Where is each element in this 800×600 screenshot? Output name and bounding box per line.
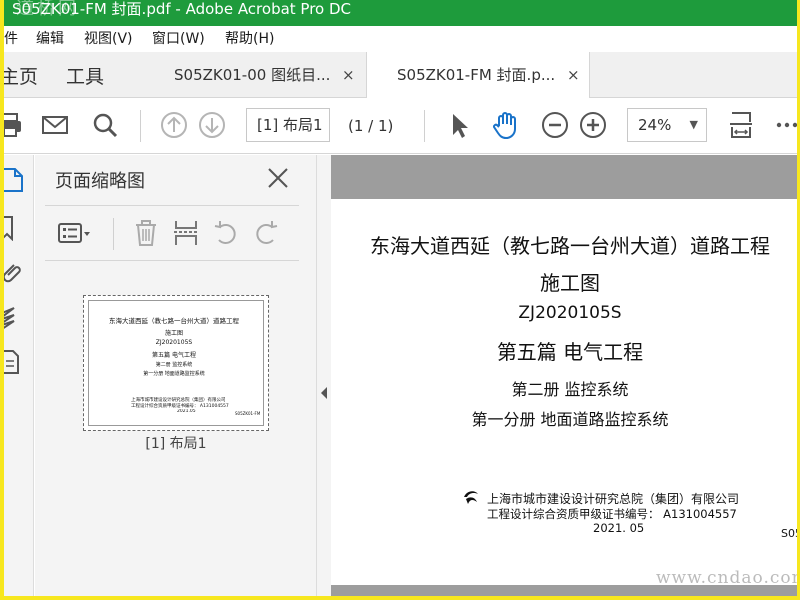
document-view[interactable]: 东海大道西延（教七路一台州大道）道路工程 施工图 ZJ2020105S 第五篇 …: [331, 155, 797, 596]
menu-window[interactable]: 窗口(W): [152, 26, 205, 52]
tab-bar: 主页 工具 S05ZK01-00 图纸目... × S05ZK01-FM 封面.…: [4, 52, 797, 99]
doc-title: 东海大道西延（教七路一台州大道）道路工程: [370, 234, 770, 258]
layers-icon[interactable]: [4, 305, 28, 331]
doc-part: 第五篇 电气工程: [496, 340, 644, 364]
panel-toolbar: [45, 205, 299, 261]
window-title: S05ZK01-FM 封面.pdf - Adobe Acrobat Pro DC: [12, 0, 352, 18]
tab-close-icon[interactable]: ×: [342, 52, 355, 98]
company-logo: [462, 488, 480, 506]
doc-section: 第一分册 地面道路监控系统: [471, 410, 669, 429]
thumbnail-label: [1] 布局1: [145, 436, 207, 452]
doc-code: ZJ2020105S: [518, 303, 622, 323]
bookmarks-icon[interactable]: [4, 215, 28, 242]
doc-cert: 工程设计综合资质甲级证书编号： A131004557: [487, 507, 737, 521]
hand-tool-icon[interactable]: [490, 110, 520, 140]
page-number-input[interactable]: [1] 布局1: [246, 108, 330, 142]
tab-doc-index[interactable]: S05ZK01-00 图纸目... ×: [144, 52, 366, 98]
doc-date: 2021. 05: [593, 521, 645, 535]
thumbnail-line: 第五篇 电气工程: [152, 352, 196, 359]
thumbnail-line: 第一分册 地面道路监控系统: [143, 371, 205, 377]
prev-page-icon[interactable]: [159, 110, 189, 140]
attachments-icon[interactable]: [4, 259, 28, 285]
print-icon[interactable]: [4, 110, 26, 140]
next-page-icon[interactable]: [197, 110, 227, 140]
navigation-rail: [4, 155, 34, 596]
toolbar-divider: [424, 110, 425, 142]
thumbnail-line: ZJ2020105S: [155, 339, 193, 346]
tab-label: S05ZK01-00 图纸目...: [174, 66, 331, 84]
doc-company: 上海市城市建设设计研究总院（集团）有限公司: [487, 492, 740, 506]
zoom-in-icon[interactable]: [578, 110, 608, 140]
menu-bar: 件 编辑 视图(V) 窗口(W) 帮助(H): [4, 26, 797, 52]
zoom-select[interactable]: 24% ▼: [627, 108, 707, 142]
panel-title: 页面缩略图: [55, 171, 145, 192]
doc-subtitle: 施工图: [540, 271, 600, 295]
close-icon[interactable]: [265, 165, 291, 191]
email-icon[interactable]: [40, 110, 70, 140]
nav-home[interactable]: 主页: [4, 62, 38, 89]
chevron-down-icon: ▼: [689, 118, 698, 131]
thumbnail-title: 东海大道西延（教七路一台州大道）道路工程: [109, 317, 239, 325]
toolbar-divider: [140, 110, 141, 142]
menu-view[interactable]: 视图(V): [84, 26, 133, 52]
thumbnail-line: 2021.05: [177, 409, 196, 414]
tab-doc-cover[interactable]: S05ZK01-FM 封面.p... ×: [366, 52, 590, 99]
zoom-value: 24%: [638, 116, 672, 134]
doc-corner-code: S05: [781, 527, 797, 540]
thumbnail-line: 第二册 监控系统: [155, 362, 193, 368]
acrobat-window: 道桥网 S05ZK01-FM 封面.pdf - Adobe Acrobat Pr…: [4, 0, 797, 596]
thumbnail-page: 东海大道西延（教七路一台州大道）道路工程 施工图 ZJ2020105S 第五篇 …: [88, 300, 264, 426]
menu-edit[interactable]: 编辑: [36, 26, 64, 52]
pdf-page: 东海大道西延（教七路一台州大道）道路工程 施工图 ZJ2020105S 第五篇 …: [331, 199, 797, 585]
page-fit-icon[interactable]: [726, 110, 756, 140]
toolbar: [1] 布局1 (1 / 1) 24% ▼: [4, 98, 797, 154]
delete-icon[interactable]: [131, 218, 161, 248]
title-bar: 道桥网 S05ZK01-FM 封面.pdf - Adobe Acrobat Pr…: [4, 0, 797, 26]
site-watermark: www.cndao.com: [656, 568, 797, 588]
thumbnail-line: 施工图: [164, 330, 183, 337]
thumbnail-line: S05ZK01-FM: [235, 411, 261, 416]
menu-file[interactable]: 件: [4, 26, 18, 52]
insert-page-icon[interactable]: [171, 218, 201, 248]
search-icon[interactable]: [90, 110, 120, 140]
doc-volume: 第二册 监控系统: [511, 380, 629, 399]
document-properties-icon[interactable]: [4, 349, 28, 375]
nav-tools[interactable]: 工具: [66, 62, 104, 89]
rotate-left-icon[interactable]: [211, 218, 241, 248]
more-icon[interactable]: [772, 110, 797, 140]
menu-help[interactable]: 帮助(H): [225, 26, 274, 52]
tab-label: S05ZK01-FM 封面.p...: [397, 66, 556, 84]
panel-collapse-handle[interactable]: [317, 155, 331, 596]
select-tool-icon[interactable]: [444, 110, 474, 140]
page-thumbnails-icon[interactable]: [4, 167, 28, 193]
toolbar-divider: [113, 218, 114, 250]
tab-close-icon[interactable]: ×: [567, 52, 580, 98]
thumbnail-options-icon[interactable]: [57, 218, 97, 248]
rotate-right-icon[interactable]: [251, 218, 281, 248]
chevron-left-icon: [321, 387, 327, 399]
page-count: (1 / 1): [348, 117, 394, 135]
page-thumbnail[interactable]: 东海大道西延（教七路一台州大道）道路工程 施工图 ZJ2020105S 第五篇 …: [83, 295, 269, 431]
zoom-out-icon[interactable]: [540, 110, 570, 140]
page-thumbnails-panel: 页面缩略图 东海大道西延（教七路一台州大道）道路工程 施工图 ZJ2020105…: [35, 155, 317, 596]
